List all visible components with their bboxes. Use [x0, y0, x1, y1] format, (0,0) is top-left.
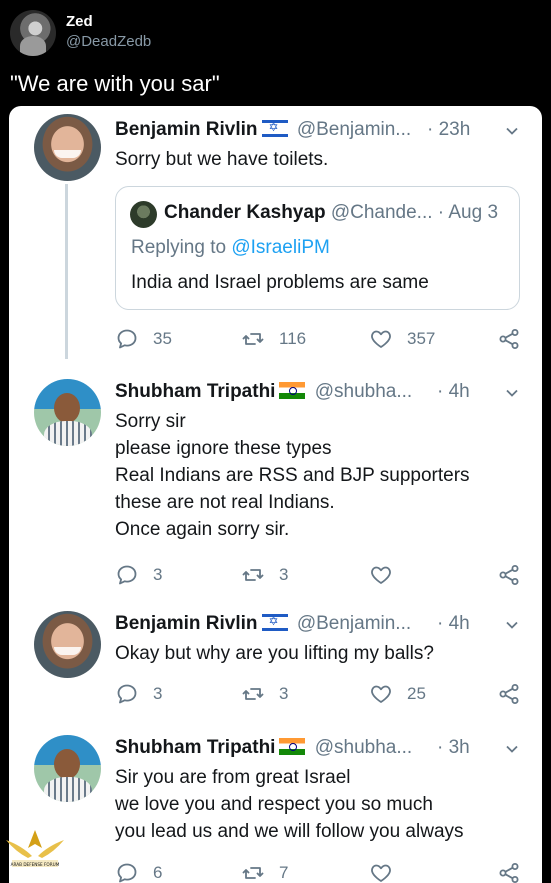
timestamp[interactable]: · 3h	[437, 737, 470, 759]
quoted-tweet[interactable]: Chander Kashyap @Chande... · Aug 3 Reply…	[115, 186, 520, 310]
display-name[interactable]: Zed	[66, 13, 93, 30]
heart-icon	[371, 685, 391, 703]
retweet-button[interactable]: 3	[241, 681, 288, 707]
retweet-count: 116	[279, 329, 307, 348]
israel-flag-icon	[261, 120, 288, 137]
reply-text: Okay but why are you lifting my balls?	[115, 643, 434, 664]
reply-header: Benjamin Rivlin @Benjamin...	[115, 119, 411, 141]
reply-button[interactable]: 3	[115, 681, 162, 707]
avatar[interactable]	[130, 201, 157, 228]
avatar[interactable]	[10, 10, 56, 56]
action-bar: 35 116 357	[115, 326, 525, 352]
reply-header: Shubham Tripathi @shubha...	[115, 737, 412, 759]
display-name[interactable]: Shubham Tripathi	[115, 381, 275, 402]
retweet-count: 3	[279, 684, 289, 703]
reply-text: Sir you are from great Israel we love yo…	[115, 767, 464, 842]
retweet-button[interactable]: 116	[241, 326, 306, 352]
like-button[interactable]	[369, 562, 407, 588]
like-button[interactable]: 357	[369, 326, 435, 352]
timestamp[interactable]: · 4h	[437, 381, 470, 403]
share-icon	[499, 863, 519, 883]
display-name[interactable]: Benjamin Rivlin	[115, 613, 258, 634]
timestamp[interactable]: · 4h	[437, 613, 470, 635]
avatar[interactable]	[34, 611, 101, 678]
reply-count: 6	[153, 863, 163, 882]
watermark-logo: ARAB DEFENSE FORUM	[4, 826, 66, 880]
username[interactable]: @shubha...	[315, 381, 412, 402]
timestamp[interactable]: · 23h	[427, 119, 470, 141]
reply-icon	[117, 565, 137, 585]
like-button[interactable]	[369, 860, 407, 883]
chevron-down-icon[interactable]	[504, 617, 520, 633]
avatar[interactable]	[34, 379, 101, 446]
reply-header: Shubham Tripathi @shubha...	[115, 381, 412, 403]
israel-flag-icon	[261, 614, 288, 631]
reply-icon	[117, 684, 137, 704]
mention-link[interactable]: @IsraeliPM	[231, 237, 329, 258]
india-flag-icon	[279, 382, 306, 399]
reply-text: Sorry but we have toilets.	[115, 149, 329, 170]
display-name[interactable]: Shubham Tripathi	[115, 737, 275, 758]
like-count: 357	[407, 329, 436, 348]
chevron-down-icon[interactable]	[504, 123, 520, 139]
share-button[interactable]	[497, 860, 521, 883]
display-name[interactable]: Benjamin Rivlin	[115, 119, 258, 140]
svg-text:ARAB DEFENSE FORUM: ARAB DEFENSE FORUM	[11, 862, 60, 867]
username[interactable]: @Benjamin...	[297, 119, 411, 140]
heart-icon	[371, 566, 391, 584]
retweet-count: 7	[279, 863, 289, 882]
avatar[interactable]	[34, 735, 101, 802]
heart-icon	[371, 330, 391, 348]
share-button[interactable]	[497, 562, 521, 588]
reply-count: 3	[153, 565, 163, 584]
retweet-count: 3	[279, 565, 289, 584]
reply-button[interactable]: 6	[115, 860, 162, 883]
timestamp[interactable]: · Aug 3	[438, 202, 498, 223]
username[interactable]: @Benjamin...	[297, 613, 411, 634]
replying-prefix: Replying to	[131, 237, 232, 258]
reply-icon	[117, 329, 137, 349]
thread-line	[65, 184, 68, 359]
quote-text: India and Israel problems are same	[131, 272, 429, 293]
quote-header: Chander Kashyap @Chande... · Aug 3	[164, 202, 498, 224]
avatar[interactable]	[34, 114, 101, 181]
share-icon	[499, 565, 519, 585]
reply-button[interactable]: 35	[115, 326, 172, 352]
retweet-button[interactable]: 7	[241, 860, 288, 883]
display-name[interactable]: Chander Kashyap	[164, 202, 326, 223]
outer-tweet-header: Zed @DeadZedb	[10, 10, 540, 58]
retweet-icon	[242, 569, 264, 581]
reply-button[interactable]: 3	[115, 562, 162, 588]
chevron-down-icon[interactable]	[504, 741, 520, 757]
share-icon	[499, 329, 519, 349]
replying-to: Replying to @IsraeliPM	[131, 237, 330, 259]
username[interactable]: @Chande...	[331, 202, 433, 223]
share-button[interactable]	[497, 681, 521, 707]
share-button[interactable]	[497, 326, 521, 352]
heart-icon	[371, 864, 391, 882]
retweet-icon	[242, 688, 264, 700]
reply-count: 3	[153, 684, 163, 703]
action-bar: 3 3	[115, 562, 525, 588]
username[interactable]: @DeadZedb	[66, 33, 151, 50]
retweet-button[interactable]: 3	[241, 562, 288, 588]
share-icon	[499, 684, 519, 704]
reply-header: Benjamin Rivlin @Benjamin...	[115, 613, 411, 635]
reply-count: 35	[153, 329, 172, 348]
retweet-icon	[242, 867, 264, 879]
reply-text: Sorry sir please ignore these types Real…	[115, 411, 470, 540]
chevron-down-icon[interactable]	[504, 385, 520, 401]
india-flag-icon	[279, 738, 306, 755]
retweet-icon	[242, 333, 264, 345]
embedded-thread-card: Benjamin Rivlin @Benjamin... · 23h Sorry…	[9, 106, 542, 883]
reply-icon	[117, 863, 137, 883]
like-count: 25	[407, 684, 426, 703]
tweet-text: "We are with you sar"	[10, 71, 220, 96]
like-button[interactable]: 25	[369, 681, 426, 707]
username[interactable]: @shubha...	[315, 737, 412, 758]
action-bar: 3 3 25	[115, 681, 525, 707]
action-bar: 6 7	[115, 860, 525, 883]
